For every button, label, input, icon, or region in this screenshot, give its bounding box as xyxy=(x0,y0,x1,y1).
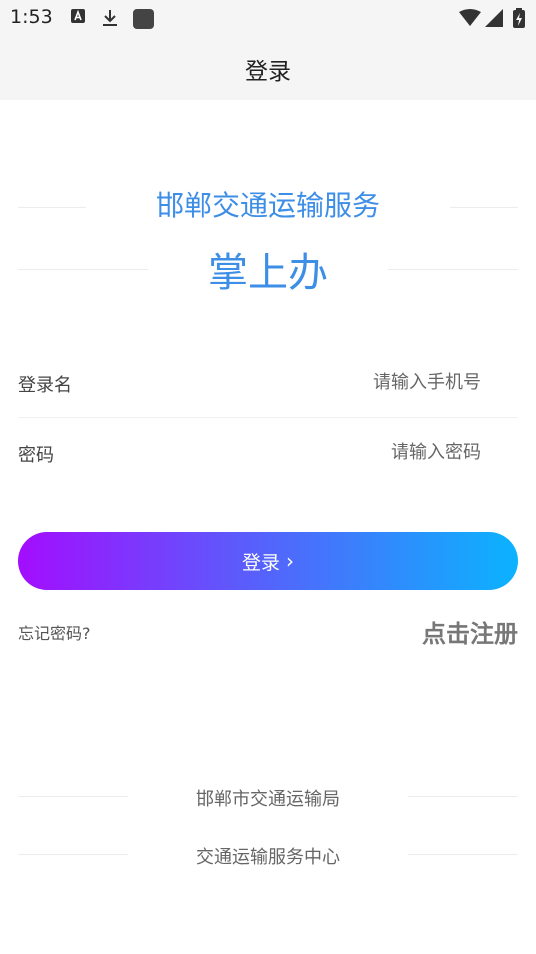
forgot-password-link[interactable]: 忘记密码? xyxy=(18,620,91,644)
divider-line xyxy=(18,417,518,418)
chevron-right-icon: › xyxy=(286,549,294,573)
username-label: 登录名 xyxy=(18,375,72,396)
keyboard-a-icon xyxy=(71,9,85,23)
wifi-icon xyxy=(459,9,481,26)
status-bar: 1:53 xyxy=(0,0,536,36)
login-button-label: 登录 xyxy=(241,551,280,574)
register-link[interactable]: 点击注册 xyxy=(422,614,518,649)
login-button[interactable]: 登录 › xyxy=(18,532,518,590)
app-square-icon xyxy=(133,9,154,29)
status-time: 1:53 xyxy=(10,6,53,28)
app-bar: 登录 xyxy=(0,36,536,100)
page-title: 登录 xyxy=(245,59,291,85)
battery-charging-icon xyxy=(513,8,525,28)
brand-subtitle: 掌上办 xyxy=(208,250,328,296)
footer-org-1: 邯郸市交通运输局 xyxy=(196,789,340,810)
username-input[interactable] xyxy=(261,368,481,396)
download-icon xyxy=(103,10,117,26)
footer-org-2: 交通运输服务中心 xyxy=(196,847,340,868)
password-input[interactable] xyxy=(261,438,481,466)
signal-icon xyxy=(485,9,503,27)
password-label: 密码 xyxy=(18,445,54,466)
brand-title: 邯郸交通运输服务 xyxy=(155,189,380,222)
